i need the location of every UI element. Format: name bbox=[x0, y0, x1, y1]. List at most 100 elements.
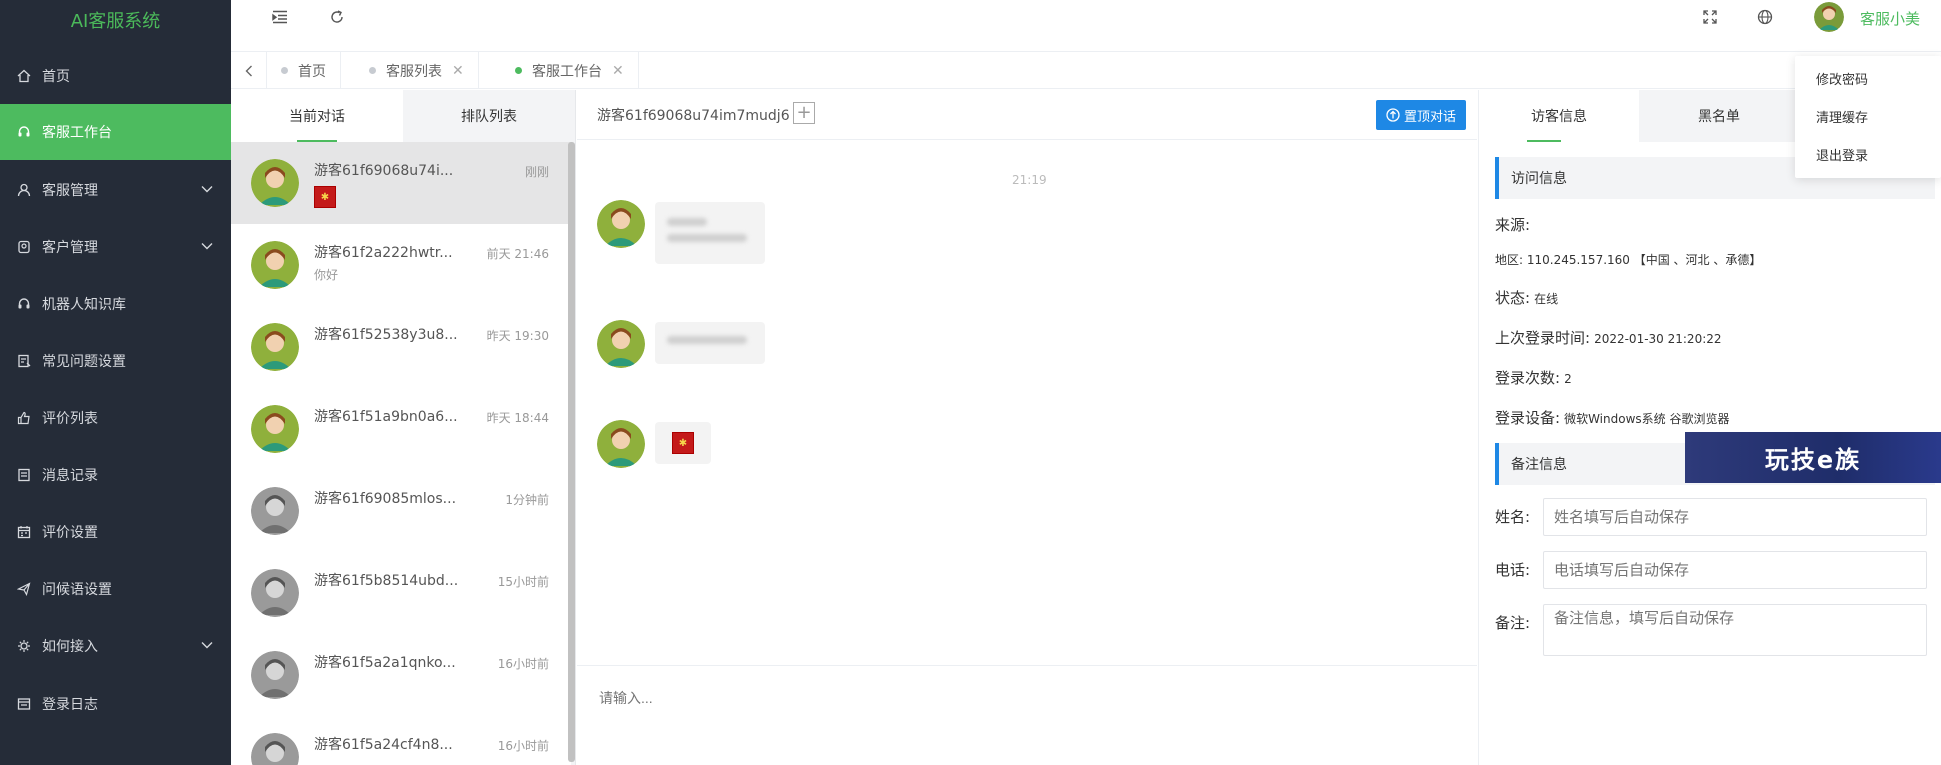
list-item[interactable]: 游客61f5b8514ubd... 15小时前 bbox=[231, 552, 571, 634]
sidebar-item-label: 首页 bbox=[42, 69, 70, 85]
avatar bbox=[251, 569, 299, 617]
conversation-name: 游客61f69085mlos... bbox=[314, 491, 457, 507]
sidebar-item-label: 客服管理 bbox=[42, 183, 98, 199]
tab-workbench[interactable]: 客服工作台 ✕ bbox=[501, 52, 639, 89]
thumbs-up-icon bbox=[14, 411, 34, 425]
headset-icon bbox=[14, 125, 34, 139]
conversation-time: 16小时前 bbox=[497, 657, 549, 671]
tab-current-conversations[interactable]: 当前对话 bbox=[231, 90, 403, 142]
scrollbar[interactable] bbox=[568, 142, 575, 762]
sidebar-item-rating-settings[interactable]: 评价设置 bbox=[0, 504, 231, 560]
conversation-name: 游客61f69068u74i... bbox=[314, 163, 454, 179]
menu-item-logout[interactable]: 退出登录 bbox=[1816, 145, 1868, 164]
globe-icon[interactable] bbox=[1754, 6, 1776, 28]
status-label: 状态: bbox=[1495, 289, 1531, 307]
list-item[interactable]: 游客61f69068u74i... 刚刚 ✱ bbox=[231, 142, 571, 224]
sidebar-item-greetings[interactable]: 问候语设置 bbox=[0, 561, 231, 617]
phone-field[interactable] bbox=[1543, 551, 1927, 589]
remark-field[interactable] bbox=[1543, 604, 1927, 656]
sidebar-item-label: 消息记录 bbox=[42, 468, 98, 484]
avatar[interactable] bbox=[1814, 2, 1844, 32]
tab-dot bbox=[515, 67, 522, 74]
list-item[interactable]: 游客61f52538y3u8... 昨天 19:30 bbox=[231, 306, 571, 388]
sidebar-item-label: 登录日志 bbox=[42, 697, 98, 713]
conversation-list: 当前对话 排队列表 游客61f69068u74i... 刚刚 ✱ 游客61f2a… bbox=[231, 90, 576, 765]
red-envelope-icon: ✱ bbox=[314, 186, 336, 208]
conversation-time: 昨天 18:44 bbox=[486, 411, 549, 425]
tab-agent-list[interactable]: 客服列表 ✕ bbox=[355, 52, 479, 89]
tab-visitor-info[interactable]: 访客信息 bbox=[1479, 90, 1639, 142]
list-item[interactable]: 游客61f5a2a1qnko... 16小时前 bbox=[231, 634, 571, 716]
button-label: 置顶对话 bbox=[1403, 109, 1456, 125]
chevron-down-icon bbox=[201, 181, 213, 197]
sidebar-item-home[interactable]: 首页 bbox=[0, 48, 231, 104]
sidebar-item-ratings[interactable]: 评价列表 bbox=[0, 390, 231, 446]
list-item[interactable]: 游客61f2a222hwtr... 前天 21:46 你好 bbox=[231, 224, 571, 306]
list-item[interactable]: 游客61f5a24cf4n8... 16小时前 bbox=[231, 716, 571, 765]
region-value: 地区: 110.245.157.160 【中国 、河北 、承德】 bbox=[1495, 253, 1762, 267]
home-icon bbox=[14, 69, 34, 83]
app-logo: AI客服系统 bbox=[70, 11, 161, 32]
tab-blacklist[interactable]: 黑名单 bbox=[1639, 90, 1799, 142]
sidebar-item-label: 评价列表 bbox=[42, 411, 98, 427]
avatar bbox=[597, 200, 645, 248]
last-login-row: 上次登录时间: 2022-01-30 21:20:22 bbox=[1495, 327, 1722, 348]
user-name[interactable]: 客服小美 bbox=[1860, 8, 1920, 29]
conversation-name: 游客61f2a222hwtr... bbox=[314, 245, 453, 261]
sidebar-item-label: 如何接入 bbox=[42, 639, 98, 655]
close-icon[interactable]: ✕ bbox=[612, 63, 624, 79]
conversation-time: 15小时前 bbox=[497, 575, 549, 589]
sidebar-item-faq[interactable]: 常见问题设置 bbox=[0, 333, 231, 389]
refresh-icon[interactable] bbox=[326, 6, 348, 28]
chevron-left-icon[interactable] bbox=[231, 52, 267, 89]
message-bubble-blurred bbox=[655, 322, 765, 364]
conversation-time: 1分钟前 bbox=[505, 493, 549, 507]
menu-item-change-password[interactable]: 修改密码 bbox=[1816, 69, 1868, 88]
chat-title: 游客61f69068u74im7mudj6 bbox=[597, 108, 790, 124]
pin-conversation-button[interactable]: 置顶对话 bbox=[1376, 100, 1466, 130]
tab-dot bbox=[281, 67, 288, 74]
tab-label: 首页 bbox=[298, 63, 326, 80]
tab-label: 客服列表 bbox=[386, 63, 442, 80]
conversation-time: 刚刚 bbox=[524, 165, 549, 179]
close-icon[interactable]: ✕ bbox=[452, 63, 464, 79]
sidebar-item-robot-kb[interactable]: 机器人知识库 bbox=[0, 276, 231, 332]
watermark-banner: 玩技e族 bbox=[1685, 432, 1941, 483]
menu-item-clear-cache[interactable]: 清理缓存 bbox=[1816, 107, 1868, 126]
avatar bbox=[251, 241, 299, 289]
sidebar-item-integration[interactable]: 如何接入 bbox=[0, 618, 231, 674]
chat-input-area bbox=[577, 665, 1477, 765]
fullscreen-icon[interactable] bbox=[1699, 6, 1721, 28]
device-label: 登录设备: bbox=[1495, 409, 1561, 427]
sidebar-item-label: 常见问题设置 bbox=[42, 354, 126, 370]
conversation-name: 游客61f5a2a1qnko... bbox=[314, 655, 456, 671]
message-bubble-blurred bbox=[655, 202, 765, 264]
name-field[interactable] bbox=[1543, 498, 1927, 536]
name-label: 姓名: bbox=[1495, 508, 1531, 526]
chat-input[interactable] bbox=[599, 686, 1449, 710]
tab-queue[interactable]: 排队列表 bbox=[403, 90, 575, 142]
phone-label: 电话: bbox=[1495, 561, 1531, 579]
blurred-text bbox=[667, 336, 747, 344]
avatar bbox=[597, 320, 645, 368]
sidebar-item-customer-management[interactable]: 客户管理 bbox=[0, 219, 231, 275]
menu-fold-icon[interactable] bbox=[269, 6, 291, 28]
sidebar-item-agent-management[interactable]: 客服管理 bbox=[0, 162, 231, 218]
avatar bbox=[251, 405, 299, 453]
chevron-down-icon bbox=[201, 637, 213, 653]
sidebar-item-login-log[interactable]: 登录日志 bbox=[0, 676, 231, 732]
sidebar-item-messages[interactable]: 消息记录 bbox=[0, 447, 231, 503]
conversation-tabs: 当前对话 排队列表 bbox=[231, 90, 575, 142]
plus-icon[interactable]: + bbox=[793, 102, 815, 124]
pin-icon bbox=[1386, 108, 1400, 122]
avatar bbox=[251, 487, 299, 535]
list-item[interactable]: 游客61f51a9bn0a6... 昨天 18:44 bbox=[231, 388, 571, 470]
sidebar-item-workbench[interactable]: 客服工作台 bbox=[0, 104, 231, 160]
calendar-icon bbox=[14, 525, 34, 539]
conversation-name: 游客61f51a9bn0a6... bbox=[314, 409, 458, 425]
list-item[interactable]: 游客61f69085mlos... 1分钟前 bbox=[231, 470, 571, 552]
page-tabs: 首页 客服列表 ✕ 客服工作台 ✕ bbox=[231, 51, 1941, 89]
avatar bbox=[251, 159, 299, 207]
sidebar-item-label: 客户管理 bbox=[42, 240, 98, 256]
tab-home[interactable]: 首页 bbox=[267, 52, 341, 89]
